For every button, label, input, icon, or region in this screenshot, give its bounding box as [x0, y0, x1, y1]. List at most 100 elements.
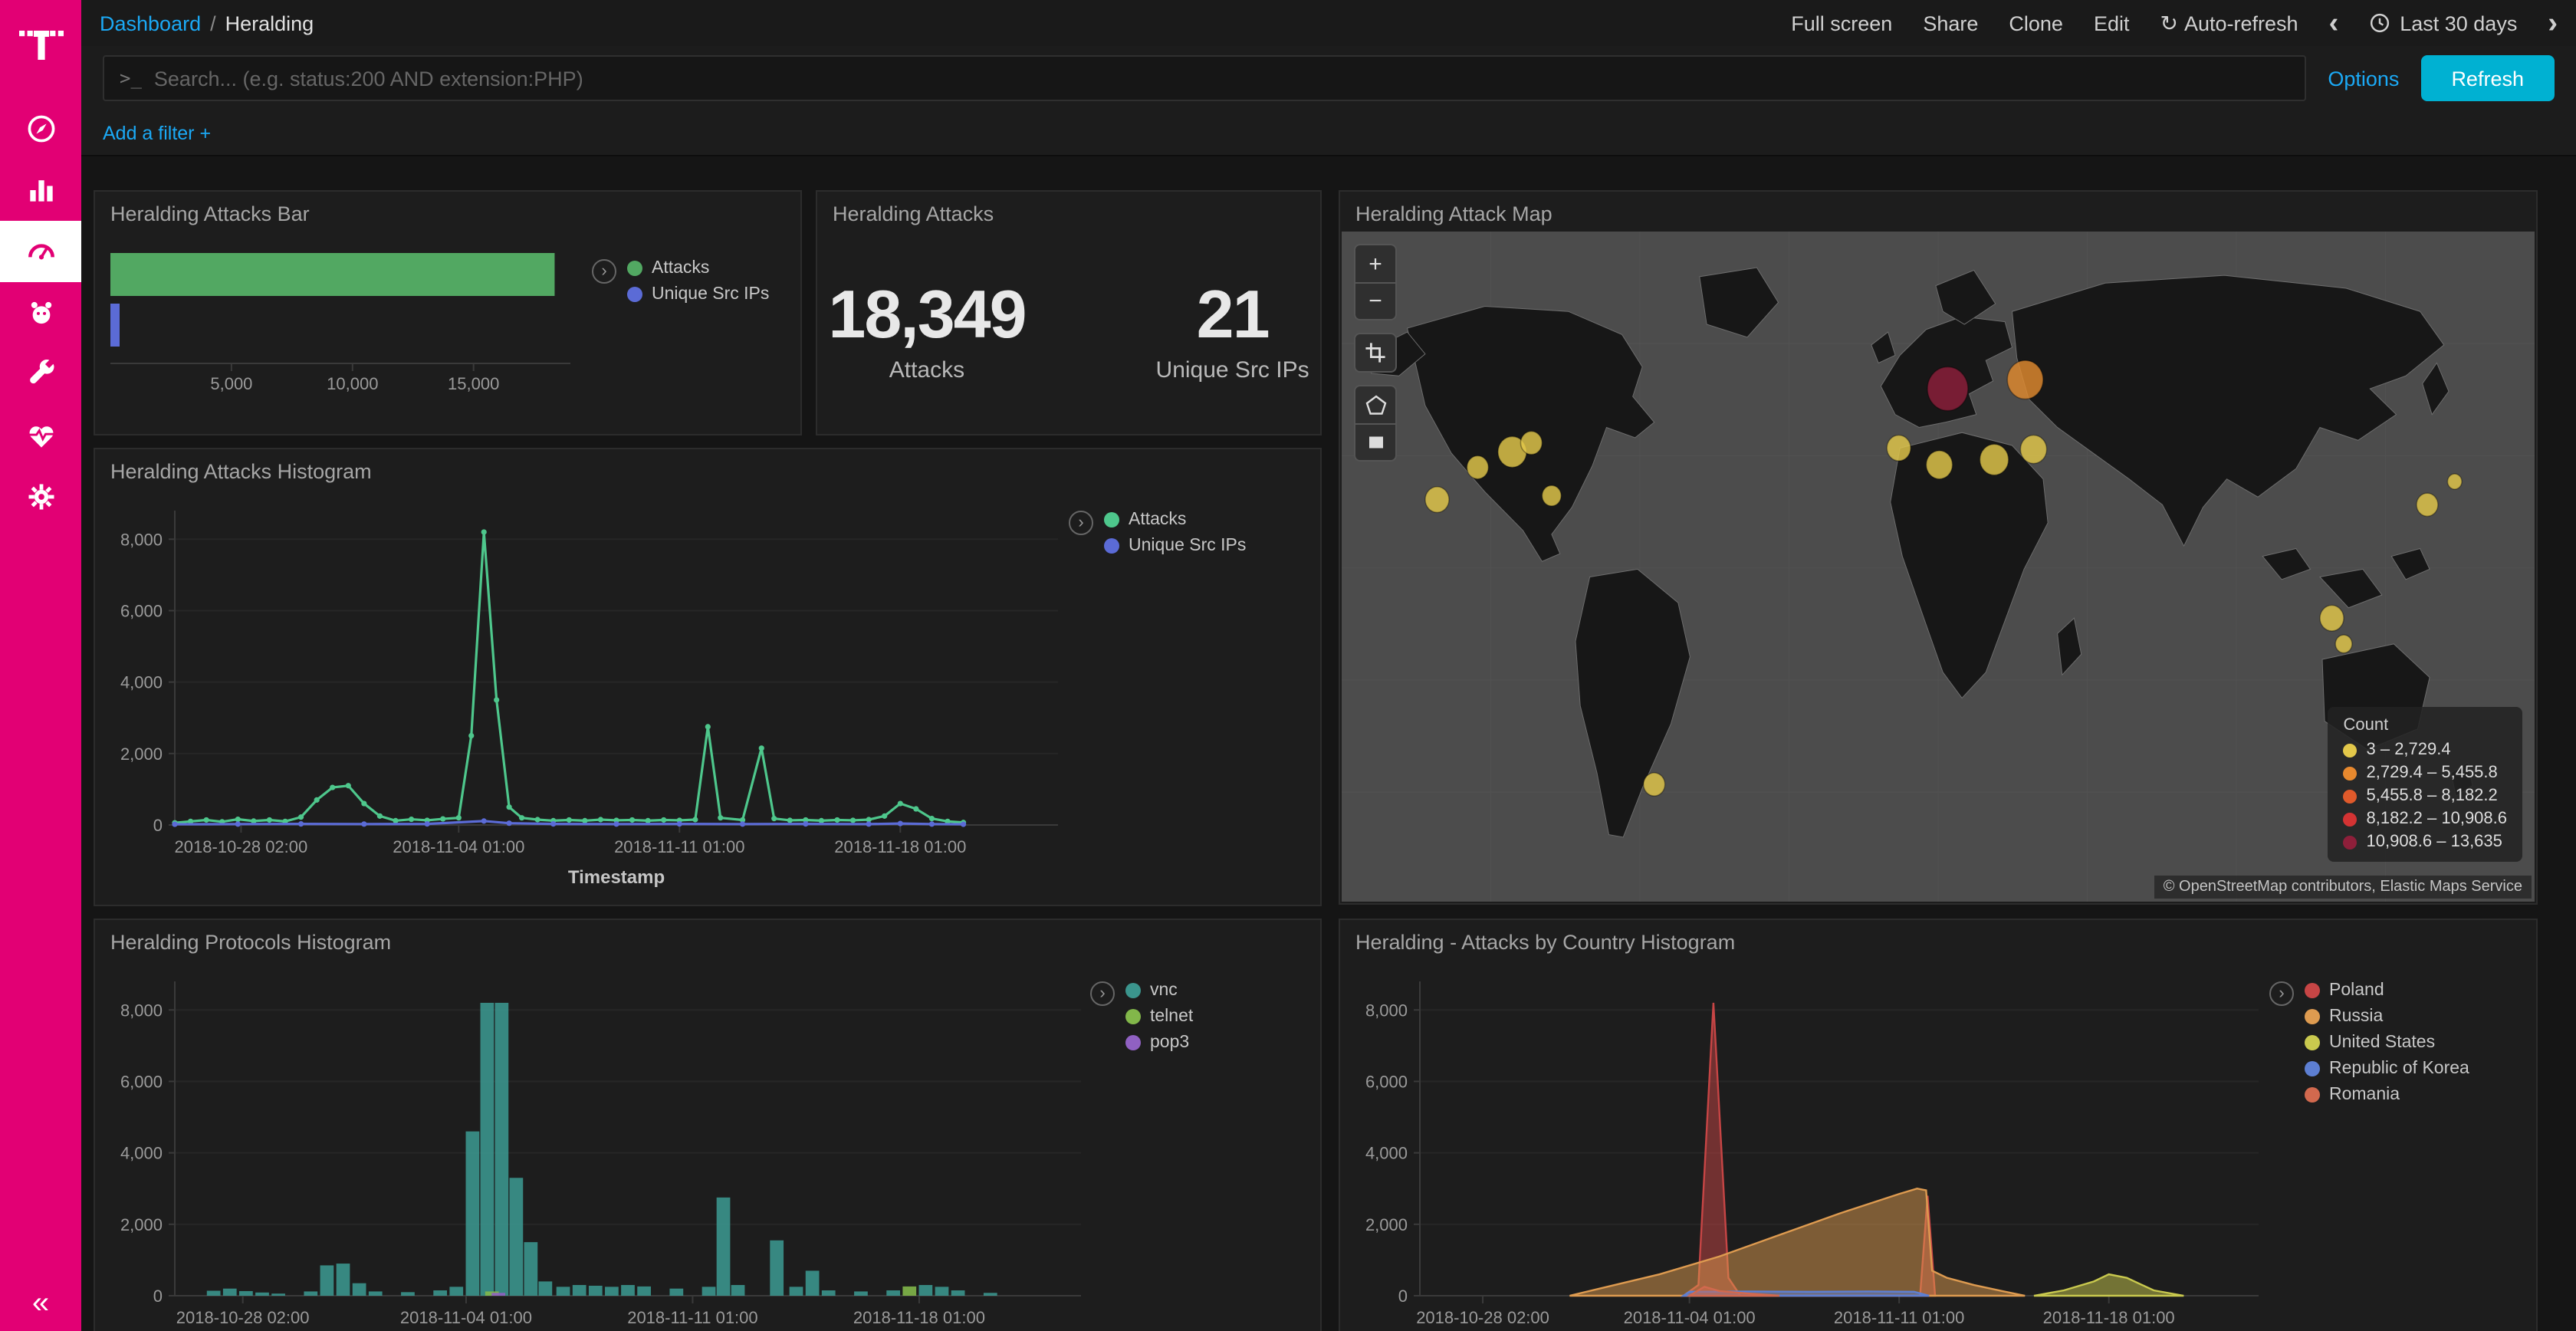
- collapse-sidebar-button[interactable]: «: [0, 1287, 81, 1322]
- svg-text:5,000: 5,000: [210, 374, 252, 393]
- search-input[interactable]: [154, 67, 2289, 90]
- metric-label: Attacks: [828, 357, 1025, 383]
- sidebar-item-discover[interactable]: [0, 98, 81, 159]
- legend-item[interactable]: Unique Src IPs: [1104, 537, 1246, 555]
- telekom-logo[interactable]: [15, 18, 67, 71]
- panel-attacks-histogram: Heralding Attacks Histogram 02,0004,0006…: [94, 448, 1322, 906]
- gauge-icon: [24, 235, 58, 268]
- legend-item[interactable]: Poland: [2305, 981, 2469, 1000]
- wrench-icon: [24, 357, 58, 391]
- map-zoom-in-button[interactable]: +: [1355, 245, 1395, 282]
- sidebar-item-monitoring[interactable]: [0, 405, 81, 466]
- metric-value: 18,349: [828, 277, 1025, 353]
- sidebar-item-management[interactable]: [0, 466, 81, 527]
- legend-label: 10,908.6 – 13,635: [2367, 833, 2502, 851]
- crop-icon: [1365, 342, 1386, 363]
- legend-toggle-button[interactable]: ›: [1069, 511, 1093, 535]
- sidebar-item-dashboard[interactable]: [0, 221, 81, 282]
- legend-item[interactable]: Russia: [2305, 1007, 2469, 1026]
- legend-dot: [2305, 1061, 2320, 1076]
- legend-dot: [1104, 512, 1119, 527]
- legend-dot: [627, 287, 642, 302]
- sidebar-item-devtools[interactable]: [0, 343, 81, 405]
- legend-item[interactable]: Romania: [2305, 1086, 2469, 1104]
- fullscreen-button[interactable]: Full screen: [1791, 12, 1892, 35]
- map-draw-rectangle-button[interactable]: [1355, 423, 1395, 460]
- search-box[interactable]: >_: [103, 55, 2306, 101]
- chart-legend: › vnc telnet pop3: [1090, 981, 1311, 1052]
- panel-title: Heralding Attacks Histogram: [95, 449, 1320, 489]
- panel-country-histogram: Heralding - Attacks by Country Histogram…: [1339, 919, 2538, 1331]
- collapse-icon: «: [32, 1287, 49, 1320]
- metric-unique-src-ips: 21 Unique Src IPs: [1156, 277, 1309, 383]
- time-range-label: Last 30 days: [2400, 12, 2517, 35]
- legend-label: pop3: [1150, 1034, 1189, 1052]
- svg-text:2018-11-11 01:00: 2018-11-11 01:00: [1834, 1308, 1964, 1327]
- legend-item[interactable]: 8,182.2 – 10,908.6: [2344, 810, 2508, 828]
- legend-item[interactable]: pop3: [1125, 1034, 1193, 1052]
- legend-label: 3 – 2,729.4: [2367, 741, 2451, 759]
- legend-item[interactable]: United States: [2305, 1034, 2469, 1052]
- sidebar-item-visualize[interactable]: [0, 159, 81, 221]
- legend-item[interactable]: telnet: [1125, 1007, 1193, 1026]
- breadcrumb-separator: /: [210, 12, 216, 35]
- share-button[interactable]: Share: [1923, 12, 1978, 35]
- time-forward-button[interactable]: ›: [2548, 8, 2558, 38]
- svg-text:8,000: 8,000: [1365, 1001, 1408, 1020]
- map-draw-polygon-button[interactable]: [1355, 386, 1395, 423]
- legend-item[interactable]: Republic of Korea: [2305, 1060, 2469, 1078]
- legend-dot: [2344, 766, 2358, 780]
- refresh-button[interactable]: Refresh: [2420, 55, 2555, 101]
- legend-toggle-button[interactable]: ›: [1090, 981, 1115, 1006]
- legend-item[interactable]: 5,455.8 – 8,182.2: [2344, 787, 2508, 805]
- sidebar-item-honeypot[interactable]: [0, 282, 81, 343]
- compass-icon: [24, 112, 58, 146]
- query-bar: >_ Options Refresh: [81, 46, 2576, 110]
- legend-toggle-button[interactable]: ›: [2269, 981, 2294, 1006]
- legend-item[interactable]: 3 – 2,729.4: [2344, 741, 2508, 759]
- legend-dot: [2305, 1087, 2320, 1103]
- panel-attacks-bar: Heralding Attacks Bar 5,00010,00015,000 …: [94, 190, 802, 435]
- legend-item[interactable]: Attacks: [1104, 511, 1246, 529]
- legend-item[interactable]: 10,908.6 – 13,635: [2344, 833, 2508, 851]
- legend-label: 8,182.2 – 10,908.6: [2367, 810, 2508, 828]
- map-attribution: © OpenStreetMap contributors, Elastic Ma…: [2154, 876, 2532, 899]
- rectangle-icon: [1364, 431, 1387, 454]
- polygon-icon: [1364, 393, 1387, 416]
- legend-label: Attacks: [652, 259, 709, 278]
- legend-item[interactable]: 2,729.4 – 5,455.8: [2344, 764, 2508, 782]
- clone-button[interactable]: Clone: [2009, 12, 2063, 35]
- legend-dot: [1125, 983, 1141, 998]
- svg-text:4,000: 4,000: [120, 673, 163, 692]
- map-controls: + −: [1354, 244, 1397, 462]
- telekom-t-icon: [16, 20, 65, 69]
- svg-text:2018-11-04 01:00: 2018-11-04 01:00: [393, 837, 524, 856]
- svg-text:15,000: 15,000: [448, 374, 499, 393]
- legend-item[interactable]: Attacks: [627, 259, 769, 278]
- chart-legend: › Poland Russia United States Republic of K…: [2269, 981, 2530, 1104]
- time-back-button[interactable]: ‹: [2329, 8, 2339, 38]
- map-fit-bounds-button[interactable]: [1355, 334, 1395, 371]
- auto-refresh-button[interactable]: ↻Auto-refresh: [2160, 10, 2298, 36]
- panel-attacks-metric: Heralding Attacks 18,349 Attacks 21 Uniq…: [816, 190, 1322, 435]
- metric-group: 18,349 Attacks 21 Unique Src IPs: [817, 232, 1320, 428]
- panel-title: Heralding Protocols Histogram: [95, 920, 1320, 960]
- legend-dot: [1125, 1009, 1141, 1024]
- legend-item[interactable]: vnc: [1125, 981, 1193, 1000]
- legend-label: Poland: [2329, 981, 2384, 1000]
- legend-item[interactable]: Unique Src IPs: [627, 285, 769, 304]
- query-options-link[interactable]: Options: [2328, 67, 2399, 90]
- edit-button[interactable]: Edit: [2094, 12, 2130, 35]
- map-legend-title: Count: [2344, 716, 2508, 735]
- attacks-histogram-chart: 02,0004,0006,0008,0002018-10-28 02:00201…: [95, 489, 1070, 908]
- heartbeat-icon: [24, 419, 58, 452]
- add-filter-link[interactable]: Add a filter +: [103, 122, 211, 143]
- time-range-picker[interactable]: Last 30 days: [2369, 12, 2517, 35]
- map-zoom-out-button[interactable]: −: [1355, 282, 1395, 319]
- legend-toggle-button[interactable]: ›: [592, 259, 616, 284]
- landmasses: [1363, 268, 2472, 837]
- world-map[interactable]: + −: [1342, 232, 2535, 902]
- breadcrumb-dashboard-link[interactable]: Dashboard: [100, 12, 201, 35]
- country-histogram-chart: 02,0004,0006,0008,0002018-10-28 02:00201…: [1340, 960, 2271, 1331]
- legend-dot: [627, 261, 642, 276]
